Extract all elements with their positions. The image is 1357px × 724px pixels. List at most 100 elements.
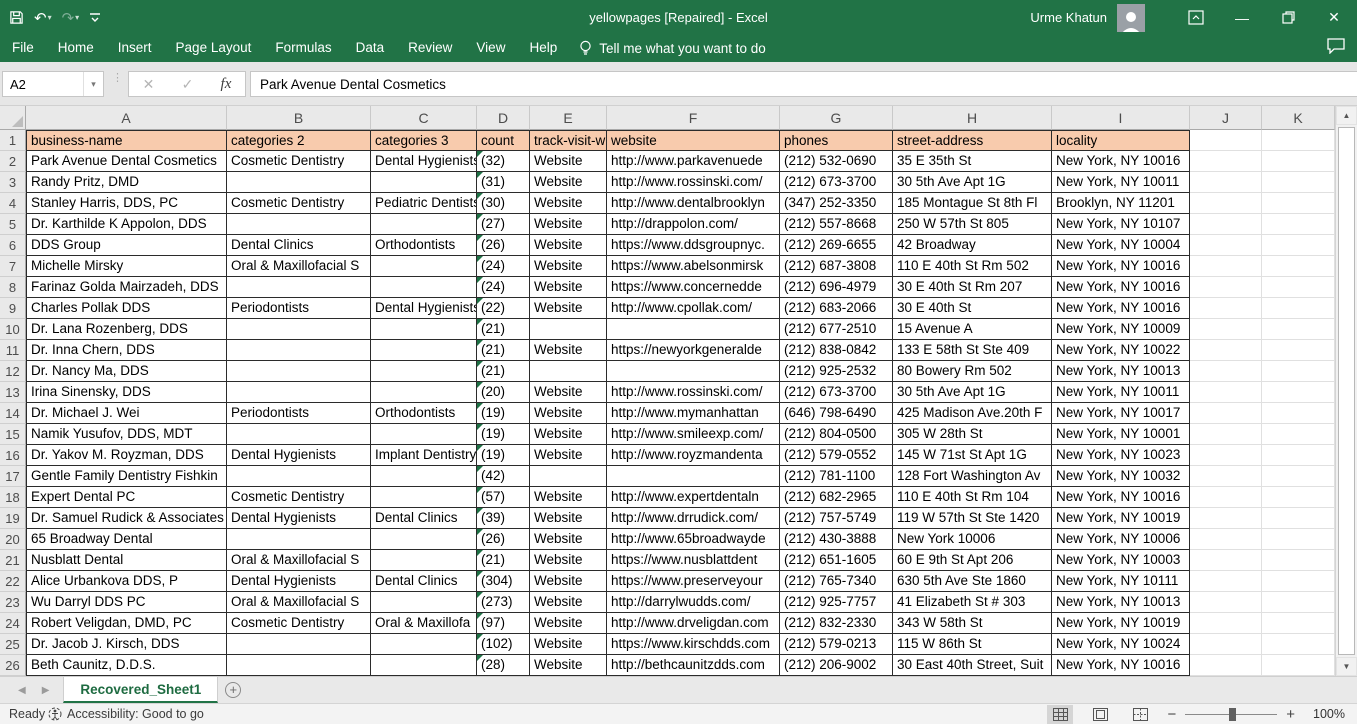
column-header-E[interactable]: E (530, 106, 607, 130)
cell[interactable]: New York, NY 10013 (1052, 361, 1190, 382)
cell[interactable]: New York, NY 10023 (1052, 445, 1190, 466)
cell[interactable]: 110 E 40th St Rm 502 (893, 256, 1052, 277)
cell[interactable]: Website (530, 298, 607, 319)
cell[interactable]: Website (530, 424, 607, 445)
cell[interactable]: phones (780, 130, 893, 151)
cell[interactable] (371, 361, 477, 382)
cell[interactable] (227, 214, 371, 235)
row-header-7[interactable]: 7 (0, 256, 26, 277)
cell[interactable]: Dental Clinics (227, 235, 371, 256)
cell[interactable]: (212) 925-7757 (780, 592, 893, 613)
cell[interactable]: Randy Pritz, DMD (26, 172, 227, 193)
cell[interactable] (1262, 193, 1335, 214)
cell[interactable]: Website (530, 487, 607, 508)
cell[interactable]: New York, NY 10001 (1052, 424, 1190, 445)
cell[interactable]: 425 Madison Ave.20th F (893, 403, 1052, 424)
cell[interactable]: http://drappolon.com/ (607, 214, 780, 235)
zoom-out-button[interactable]: − (1167, 706, 1176, 723)
cell[interactable] (1190, 319, 1262, 340)
cell[interactable]: (21) (477, 319, 530, 340)
cell[interactable]: Nusblatt Dental (26, 550, 227, 571)
cell[interactable] (1262, 487, 1335, 508)
cell[interactable]: New York, NY 10016 (1052, 298, 1190, 319)
cell[interactable]: 185 Montague St 8th Fl (893, 193, 1052, 214)
user-name[interactable]: Urme Khatun (1030, 10, 1107, 25)
insert-function-icon[interactable]: fx (221, 76, 232, 93)
cell[interactable]: Alice Urbankova DDS, P (26, 571, 227, 592)
cell[interactable]: New York, NY 10032 (1052, 466, 1190, 487)
cell[interactable] (1190, 340, 1262, 361)
cell[interactable] (227, 382, 371, 403)
cell[interactable]: (20) (477, 382, 530, 403)
cell[interactable]: https://www.kirschdds.com (607, 634, 780, 655)
cell[interactable] (1190, 130, 1262, 151)
new-sheet-button[interactable]: + (218, 677, 248, 703)
cell[interactable]: Gentle Family Dentistry Fishkin (26, 466, 227, 487)
tab-home[interactable]: Home (46, 35, 106, 62)
cell[interactable] (1190, 235, 1262, 256)
cell[interactable]: New York, NY 10111 (1052, 571, 1190, 592)
cell[interactable]: https://www.ddsgroupnyc. (607, 235, 780, 256)
enter-formula-icon[interactable]: ✓ (182, 76, 194, 93)
cell[interactable]: Dr. Inna Chern, DDS (26, 340, 227, 361)
cell[interactable] (1190, 193, 1262, 214)
column-header-G[interactable]: G (780, 106, 893, 130)
cell[interactable]: http://www.royzmandenta (607, 445, 780, 466)
cell[interactable] (607, 466, 780, 487)
cell[interactable] (371, 592, 477, 613)
column-header-C[interactable]: C (371, 106, 477, 130)
cell[interactable]: website (607, 130, 780, 151)
cell[interactable]: https://www.concernedde (607, 277, 780, 298)
cell[interactable]: Dr. Michael J. Wei (26, 403, 227, 424)
cell[interactable]: (31) (477, 172, 530, 193)
row-header-22[interactable]: 22 (0, 571, 26, 592)
cell[interactable]: New York, NY 10022 (1052, 340, 1190, 361)
cell[interactable]: New York, NY 10016 (1052, 487, 1190, 508)
cell[interactable] (1190, 382, 1262, 403)
cell[interactable]: categories 3 (371, 130, 477, 151)
cell[interactable] (1262, 319, 1335, 340)
cell[interactable] (371, 487, 477, 508)
cell[interactable]: (32) (477, 151, 530, 172)
formula-bar-splitter[interactable]: ⋮ (112, 75, 123, 81)
cell[interactable]: Website (530, 592, 607, 613)
cell[interactable] (371, 529, 477, 550)
sheet-tab-recovered-sheet1[interactable]: Recovered_Sheet1 (63, 677, 218, 703)
row-header-16[interactable]: 16 (0, 445, 26, 466)
cell[interactable]: (26) (477, 235, 530, 256)
cell[interactable]: https://www.preserveyour (607, 571, 780, 592)
cell[interactable] (1190, 298, 1262, 319)
cell[interactable] (1190, 592, 1262, 613)
cell[interactable] (227, 529, 371, 550)
cell[interactable]: (212) 925-2532 (780, 361, 893, 382)
cell[interactable]: Pediatric Dentists (371, 193, 477, 214)
cell[interactable]: http://www.drrudick.com/ (607, 508, 780, 529)
cell[interactable] (1190, 655, 1262, 676)
row-header-2[interactable]: 2 (0, 151, 26, 172)
cell[interactable]: (212) 682-2965 (780, 487, 893, 508)
column-header-I[interactable]: I (1052, 106, 1190, 130)
cell[interactable] (1262, 361, 1335, 382)
row-header-19[interactable]: 19 (0, 508, 26, 529)
cell[interactable]: New York, NY 10016 (1052, 655, 1190, 676)
cell[interactable]: business-name (26, 130, 227, 151)
cell[interactable] (1190, 466, 1262, 487)
cell[interactable]: Brooklyn, NY 11201 (1052, 193, 1190, 214)
cell[interactable] (1262, 256, 1335, 277)
cell[interactable]: (212) 430-3888 (780, 529, 893, 550)
cell[interactable] (371, 655, 477, 676)
column-header-H[interactable]: H (893, 106, 1052, 130)
cell[interactable]: (212) 781-1100 (780, 466, 893, 487)
cell[interactable]: New York, NY 10013 (1052, 592, 1190, 613)
cell[interactable] (1262, 508, 1335, 529)
cell[interactable]: Dr. Lana Rozenberg, DDS (26, 319, 227, 340)
cell[interactable]: Farinaz Golda Mairzadeh, DDS (26, 277, 227, 298)
cell[interactable]: Orthodontists (371, 235, 477, 256)
row-header-24[interactable]: 24 (0, 613, 26, 634)
cell[interactable]: Dr. Karthilde K Appolon, DDS (26, 214, 227, 235)
page-layout-view-button[interactable] (1087, 705, 1113, 724)
cell[interactable]: Periodontists (227, 403, 371, 424)
cell[interactable]: track-visit-w (530, 130, 607, 151)
cell[interactable] (371, 424, 477, 445)
cell[interactable]: http://bethcaunitzdds.com (607, 655, 780, 676)
